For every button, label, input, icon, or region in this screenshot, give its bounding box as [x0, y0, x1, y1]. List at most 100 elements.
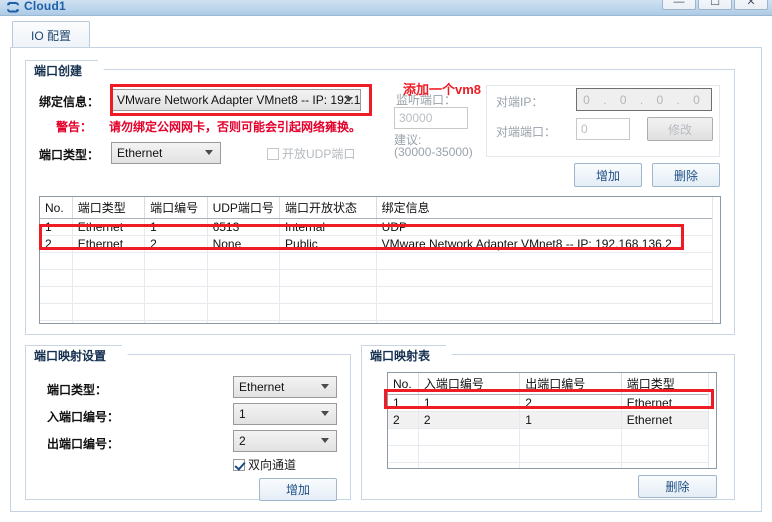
table-row-empty: [40, 269, 720, 287]
mapping-table-scrollbar[interactable]: [708, 373, 716, 468]
peer-ip-input[interactable]: 0 . 0 . 0 . 0: [576, 88, 712, 111]
cloud-config-window: Cloud1 — ☐ ✕ IO 配置 端口创建 绑定信息： VMware Net…: [0, 0, 772, 522]
title-bar: Cloud1 — ☐ ✕: [0, 0, 772, 16]
port-cell-num: 2: [144, 235, 208, 253]
chevron-down-icon: [321, 438, 330, 443]
port-table-scrollbar[interactable]: [712, 197, 720, 323]
map-th-no: No.: [388, 373, 419, 395]
delete-port-button[interactable]: 删除: [652, 163, 720, 187]
chevron-down-icon: [321, 384, 330, 389]
peer-port-label: 对端端口：: [496, 125, 557, 139]
map-cell-no: 1: [388, 394, 419, 412]
chevron-down-icon: [345, 97, 354, 102]
map-cell-type: Ethernet: [621, 394, 716, 412]
udp-port-checkbox-label: 开放UDP端口: [282, 147, 356, 161]
mapping-table-title: 端口映射表: [361, 345, 457, 365]
checkbox-box: [267, 147, 279, 160]
table-row-empty: [40, 286, 720, 304]
suggest-line-2: (30000-35000): [394, 145, 473, 159]
map-cell-in: 2: [418, 411, 521, 429]
checkbox-box: [233, 458, 245, 471]
port-type-value: Ethernet: [117, 146, 163, 160]
mapping-table[interactable]: No. 入端口编号 出端口编号 端口类型 1 1 2 Ethernet 2 2 …: [387, 372, 717, 469]
binding-info-combo[interactable]: VMware Network Adapter VMnet8 -- IP: 192…: [111, 89, 361, 111]
port-create-group: 端口创建 绑定信息： VMware Network Adapter VMnet8…: [25, 60, 735, 335]
port-th-udp: UDP端口号: [207, 197, 281, 219]
table-row-empty: [388, 445, 716, 463]
map-th-type: 端口类型: [621, 373, 716, 395]
mapping-port-type-value: Ethernet: [239, 380, 285, 394]
port-th-state: 端口开放状态: [279, 197, 377, 219]
port-create-title: 端口创建: [25, 60, 109, 80]
mapping-table-grid: No. 入端口编号 出端口编号 端口类型 1 1 2 Ethernet 2 2 …: [388, 373, 716, 468]
window-controls: — ☐ ✕: [662, 0, 768, 10]
port-cell-no: 1: [40, 218, 73, 236]
binding-info-value: VMware Network Adapter VMnet8 -- IP: 192…: [117, 93, 361, 107]
minimize-button[interactable]: —: [662, 0, 696, 10]
tab-strip: IO 配置: [0, 16, 772, 48]
mapping-out-port-label: 出端口编号：: [47, 437, 120, 451]
cloud-device-icon: [6, 1, 20, 14]
port-table-header-row: No. 端口类型 端口编号 UDP端口号 端口开放状态 绑定信息: [40, 197, 720, 219]
mapping-table-header-row: No. 入端口编号 出端口编号 端口类型: [388, 373, 716, 395]
mapping-in-port-value: 1: [239, 407, 246, 421]
port-cell-num: 1: [144, 218, 208, 236]
map-cell-out: 1: [519, 411, 622, 429]
port-th-bind: 绑定信息: [376, 197, 720, 219]
warning-label: 警告：: [56, 120, 93, 134]
map-cell-type: Ethernet: [621, 411, 716, 429]
port-cell-bind: UDP: [376, 218, 720, 236]
map-cell-in: 1: [418, 394, 521, 412]
mapping-in-port-combo[interactable]: 1: [233, 403, 337, 425]
peer-ip-label: 对端IP：: [496, 95, 544, 109]
port-cell-bind: VMware Network Adapter VMnet8 -- IP: 192…: [376, 235, 720, 253]
table-row-empty: [40, 303, 720, 321]
table-row[interactable]: 2 2 1 Ethernet: [388, 411, 716, 429]
window-title: Cloud1: [24, 0, 66, 13]
tab-io-config[interactable]: IO 配置: [12, 21, 90, 48]
port-type-combo[interactable]: Ethernet: [111, 142, 221, 164]
port-cell-state: Public: [279, 235, 377, 253]
listen-port-input[interactable]: 30000: [394, 107, 468, 129]
map-cell-out: 2: [519, 394, 622, 412]
mapping-port-type-combo[interactable]: Ethernet: [233, 376, 337, 398]
warning-text: 请勿绑定公网网卡，否则可能会引起网络雍换。: [109, 120, 362, 134]
port-cell-udp: 6513: [207, 218, 281, 236]
mapping-delete-button[interactable]: 删除: [638, 475, 717, 498]
bidirectional-checkbox[interactable]: 双向通道: [233, 456, 296, 473]
add-port-button[interactable]: 增加: [574, 163, 642, 187]
mapping-out-port-combo[interactable]: 2: [233, 430, 337, 452]
mapping-in-port-label: 入端口编号：: [47, 410, 120, 424]
port-cell-no: 2: [40, 235, 73, 253]
port-th-type: 端口类型: [72, 197, 146, 219]
maximize-button[interactable]: ☐: [698, 0, 732, 10]
modify-button[interactable]: 修改: [647, 117, 713, 141]
peer-port-input[interactable]: 0: [576, 118, 630, 140]
port-cell-type: Ethernet: [72, 218, 146, 236]
port-cell-udp: None: [207, 235, 281, 253]
close-button[interactable]: ✕: [734, 0, 768, 10]
io-config-panel: 端口创建 绑定信息： VMware Network Adapter VMnet8…: [10, 47, 762, 512]
port-type-label: 端口类型：: [39, 148, 100, 162]
udp-port-checkbox[interactable]: 开放UDP端口: [267, 145, 355, 162]
table-row[interactable]: 1 Ethernet 1 6513 Internal UDP: [40, 218, 720, 236]
mapping-table-group: 端口映射表 No. 入端口编号 出端口编号 端口类型 1 1 2 Etherne…: [361, 345, 735, 500]
port-table[interactable]: No. 端口类型 端口编号 UDP端口号 端口开放状态 绑定信息 1 Ether…: [39, 196, 721, 324]
chevron-down-icon: [205, 150, 214, 155]
binding-info-label: 绑定信息：: [39, 95, 100, 109]
table-row[interactable]: 1 1 2 Ethernet: [388, 394, 716, 412]
table-row-empty: [40, 320, 720, 323]
chevron-down-icon: [321, 411, 330, 416]
map-th-in: 入端口编号: [418, 373, 521, 395]
table-row-empty: [40, 252, 720, 270]
annotation-note: 添加一个vm8: [403, 82, 482, 97]
bidirectional-label: 双向通道: [248, 458, 297, 472]
port-table-grid: No. 端口类型 端口编号 UDP端口号 端口开放状态 绑定信息 1 Ether…: [40, 197, 720, 323]
map-th-out: 出端口编号: [519, 373, 622, 395]
table-row-empty: [388, 428, 716, 446]
map-cell-no: 2: [388, 411, 419, 429]
mapping-port-type-label: 端口类型：: [47, 383, 108, 397]
mapping-add-button[interactable]: 增加: [259, 478, 337, 501]
mapping-out-port-value: 2: [239, 434, 246, 448]
table-row[interactable]: 2 Ethernet 2 None Public VMware Network …: [40, 235, 720, 253]
